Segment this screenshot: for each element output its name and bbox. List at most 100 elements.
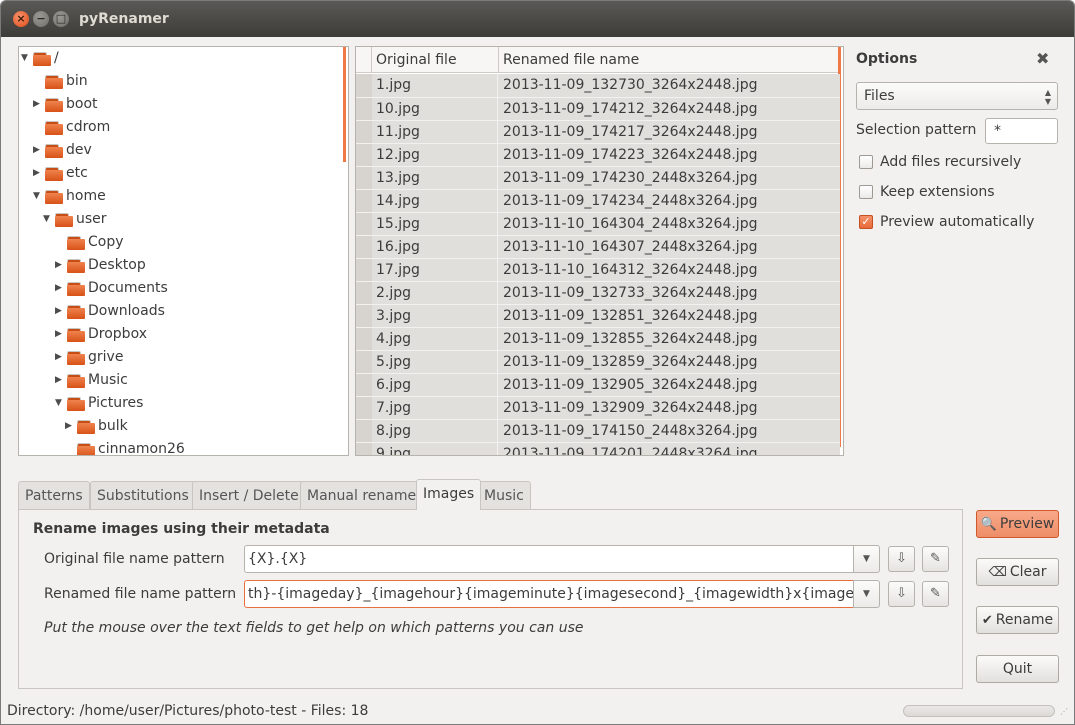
column-header-original[interactable]: Original file name: [372, 47, 499, 94]
file-row[interactable]: 14.jpg 2013-11-09_174234_2448x3264.jpg: [356, 189, 840, 213]
add-files-recursively-checkbox[interactable]: Add files recursively: [859, 152, 1059, 172]
original-name-cell: 4.jpg: [372, 328, 498, 351]
pencil-icon: ✎: [930, 586, 941, 601]
expander-closed-icon[interactable]: ▶: [55, 300, 65, 323]
folder-icon: [77, 443, 95, 455]
file-row[interactable]: 13.jpg 2013-11-09_174230_2448x3264.jpg: [356, 166, 840, 190]
expander-open-icon[interactable]: ▼: [55, 392, 65, 415]
renamed-name-cell: 2013-11-09_174212_3264x2448.jpg: [503, 101, 758, 117]
file-row[interactable]: 2.jpg 2013-11-09_132733_3264x2448.jpg: [356, 281, 840, 305]
filter-select[interactable]: Files ▲ ▼: [856, 82, 1058, 110]
file-row[interactable]: 11.jpg 2013-11-09_174217_3264x2448.jpg: [356, 120, 840, 144]
tree-item-label: Pictures: [88, 395, 144, 411]
tab-substitutions[interactable]: Substitutions: [90, 481, 196, 509]
tab-music[interactable]: Music: [477, 481, 531, 509]
tree-item-label: bin: [66, 73, 88, 89]
check-icon[interactable]: ✓: [859, 215, 873, 229]
row-gutter: [356, 282, 372, 305]
download-icon: ⇩: [896, 551, 907, 566]
file-row[interactable]: 6.jpg 2013-11-09_132905_3264x2448.jpg: [356, 373, 840, 397]
preview-automatically-checkbox[interactable]: ✓ Preview automatically: [859, 212, 1059, 232]
expander-open-icon[interactable]: ▼: [43, 208, 53, 231]
expander-closed-icon[interactable]: ▶: [33, 162, 43, 185]
expander-closed-icon[interactable]: ▶: [33, 93, 43, 116]
checkbox-box[interactable]: [859, 155, 873, 169]
window-maximize-button[interactable]: □: [53, 11, 69, 27]
tree-item-label: /: [54, 50, 59, 66]
row-gutter: [356, 167, 372, 190]
file-row[interactable]: 10.jpg 2013-11-09_174212_3264x2448.jpg: [356, 97, 840, 121]
help-hint: Put the mouse over the text fields to ge…: [44, 620, 584, 636]
pencil-icon: ✎: [930, 551, 941, 566]
original-pattern-input[interactable]: {X}.{X}: [244, 545, 854, 573]
edit-pattern-button[interactable]: ✎: [922, 581, 949, 607]
file-row[interactable]: 12.jpg 2013-11-09_174223_3264x2448.jpg: [356, 143, 840, 167]
expander-open-icon[interactable]: ▼: [33, 185, 43, 208]
row-gutter: [356, 305, 372, 328]
renamed-name-cell: 2013-11-09_132905_3264x2448.jpg: [503, 377, 758, 393]
chevron-down-icon[interactable]: ▼: [853, 545, 880, 573]
folder-icon: [55, 213, 73, 227]
rename-button[interactable]: ✔ Rename: [976, 606, 1059, 634]
file-row[interactable]: 4.jpg 2013-11-09_132855_3264x2448.jpg: [356, 327, 840, 351]
resize-grip-icon[interactable]: ⋰: [1060, 707, 1070, 719]
tab-manual-rename[interactable]: Manual rename: [300, 481, 424, 509]
tab-patterns[interactable]: Patterns: [18, 481, 90, 509]
load-pattern-button[interactable]: ⇩: [888, 581, 915, 607]
selection-pattern-label: Selection pattern: [856, 122, 977, 138]
tree-item-label: cinnamon26: [98, 441, 185, 456]
window-close-button[interactable]: ×: [13, 11, 29, 27]
checkbox-box[interactable]: [859, 185, 873, 199]
edit-pattern-button[interactable]: ✎: [922, 546, 949, 572]
options-title: Options: [856, 51, 918, 67]
expander-closed-icon[interactable]: ▶: [55, 346, 65, 369]
directory-tree[interactable]: ▼ / bin ▶ boot cdrom ▶ dev ▶ etc ▼ home ▼ user Copy ▶ De…: [18, 46, 349, 456]
expander-closed-icon[interactable]: ▶: [55, 254, 65, 277]
expander-closed-icon[interactable]: ▶: [55, 323, 65, 346]
folder-icon: [67, 236, 85, 250]
clear-button[interactable]: ⌫ Clear: [976, 558, 1059, 586]
expander-closed-icon[interactable]: ▶: [33, 139, 43, 162]
folder-icon: [67, 328, 85, 342]
folder-icon: [77, 420, 95, 434]
expander-closed-icon[interactable]: ▶: [55, 277, 65, 300]
tree-item-label: user: [76, 211, 107, 227]
renamed-name-cell: 2013-11-09_132730_3264x2448.jpg: [503, 77, 758, 93]
expander-closed-icon[interactable]: ▶: [55, 369, 65, 392]
file-row[interactable]: 15.jpg 2013-11-10_164304_2448x3264.jpg: [356, 212, 840, 236]
file-row[interactable]: 7.jpg 2013-11-09_132909_3264x2448.jpg: [356, 396, 840, 420]
preview-button[interactable]: 🔍 Preview: [976, 510, 1059, 538]
tab-insert-delete[interactable]: Insert / Delete: [192, 481, 306, 509]
tab-images[interactable]: Images: [416, 479, 482, 510]
selection-pattern-input[interactable]: *: [985, 118, 1058, 144]
page-title: Rename images using their metadata: [33, 521, 330, 537]
title-bar[interactable]: × − □ pyRenamer: [1, 1, 1074, 37]
window-minimize-button[interactable]: −: [33, 11, 49, 27]
file-row[interactable]: 16.jpg 2013-11-10_164307_2448x3264.jpg: [356, 235, 840, 259]
file-row[interactable]: 17.jpg 2013-11-10_164312_3264x2448.jpg: [356, 258, 840, 282]
expander-open-icon[interactable]: ▼: [21, 47, 31, 70]
renamed-name-cell: 2013-11-10_164312_3264x2448.jpg: [503, 262, 758, 278]
file-row[interactable]: 1.jpg 2013-11-09_132730_3264x2448.jpg: [356, 74, 840, 97]
original-name-cell: 7.jpg: [372, 397, 498, 420]
folder-icon: [45, 75, 63, 89]
file-row[interactable]: 9.jpg 2013-11-09_174201_2448x3264.jpg: [356, 442, 840, 455]
load-pattern-button[interactable]: ⇩: [888, 546, 915, 572]
renamed-name-cell: 2013-11-09_132909_3264x2448.jpg: [503, 400, 758, 416]
renamed-pattern-input[interactable]: th}-{imageday}_{imagehour}{imageminute}{…: [244, 580, 854, 608]
column-header-renamed[interactable]: Renamed file name: [499, 47, 840, 73]
chevron-down-icon[interactable]: ▼: [853, 580, 880, 608]
tree-item-label: grive: [88, 349, 124, 365]
folder-icon: [67, 259, 85, 273]
quit-button[interactable]: Quit: [976, 655, 1059, 683]
expander-closed-icon[interactable]: ▶: [65, 415, 75, 438]
file-list[interactable]: Original file name Renamed file name 1.j…: [355, 46, 844, 456]
file-row[interactable]: 5.jpg 2013-11-09_132859_3264x2448.jpg: [356, 350, 840, 374]
file-row[interactable]: 3.jpg 2013-11-09_132851_3264x2448.jpg: [356, 304, 840, 328]
close-icon[interactable]: ✖: [1036, 49, 1049, 68]
tree-scrollbar[interactable]: [343, 47, 346, 162]
tree-item-label: etc: [66, 165, 88, 181]
tree-item-label: Downloads: [88, 303, 165, 319]
file-row[interactable]: 8.jpg 2013-11-09_174150_2448x3264.jpg: [356, 419, 840, 443]
keep-extensions-checkbox[interactable]: Keep extensions: [859, 182, 1059, 202]
